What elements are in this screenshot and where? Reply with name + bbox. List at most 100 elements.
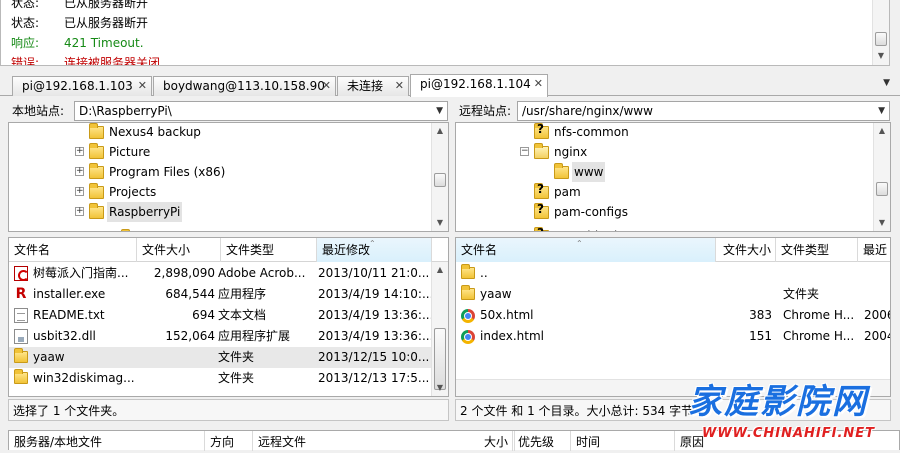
scroll-down-arrow-icon[interactable]: ▼ — [874, 216, 890, 230]
tab-pi-104[interactable]: pi@192.168.1.104 ✕ — [410, 74, 548, 97]
close-icon[interactable]: ✕ — [395, 77, 404, 95]
expand-plus-icon[interactable]: + — [75, 167, 84, 176]
scroll-up-arrow-icon[interactable]: ▲ — [874, 124, 890, 138]
expand-plus-icon[interactable]: + — [75, 207, 84, 216]
chrome-icon — [461, 309, 475, 323]
folder-open-icon — [534, 143, 549, 159]
log-line: 响应: 421 Timeout. — [1, 33, 889, 53]
column-remote-file[interactable]: 远程文件 — [253, 431, 513, 451]
exe-icon: R — [15, 286, 27, 302]
local-tree-scrollbar[interactable]: ▲ ▼ — [431, 123, 448, 231]
tree-node-label: win32diskimager-v0.9-binary — [141, 228, 315, 231]
column-filesize[interactable]: 文件大小 — [137, 238, 221, 262]
local-list-header: 文件名 文件大小 文件类型 最近修改 ⌃ — [9, 238, 448, 262]
tab-boydwang[interactable]: boydwang@113.10.158.90 ✕ — [153, 76, 336, 96]
log-line-type: 错误: — [11, 56, 40, 66]
expand-plus-icon[interactable]: + — [75, 147, 84, 156]
file-type: Adobe Acrob... — [218, 266, 306, 280]
column-server-local-file[interactable]: 服务器/本地文件 — [9, 431, 205, 451]
remote-list-hscrollbar[interactable] — [456, 379, 890, 396]
file-type: Chrome H... — [783, 308, 855, 322]
column-time[interactable]: 时间 — [571, 431, 675, 451]
tree-node-label: Picture — [109, 145, 151, 159]
column-filename[interactable]: 文件名 ⌃ — [456, 238, 716, 262]
file-row[interactable]: yaaw 文件夹 2013/12/15 10:0... — [9, 347, 432, 368]
close-icon[interactable]: ✕ — [322, 77, 331, 95]
log-line: 状态: 已从服务器断开 — [1, 13, 889, 33]
file-size: 2,898,090 — [153, 266, 215, 280]
file-row[interactable]: 树莓派入门指南... 2,898,090 Adobe Acrob... 2013/10… — [9, 263, 432, 284]
column-filename[interactable]: 文件名 — [9, 238, 137, 262]
tab-not-connected[interactable]: 未连接 ✕ — [337, 76, 409, 96]
file-row[interactable]: usbit32.dll 152,064 应用程序扩展 2013/4/19 13:36:… — [9, 326, 432, 347]
transfer-queue-header: 服务器/本地文件 方向 远程文件 大小 优先级 时间 原因 — [8, 430, 900, 451]
file-row[interactable]: README.txt 694 文本文档 2013/4/19 13:36:... — [9, 305, 432, 326]
log-line: 错误: 连接被服务器关闭 — [1, 53, 889, 66]
local-directory-tree[interactable]: Nexus4 backup + Picture + Program Files (x86… — [8, 122, 449, 232]
tree-node-label: nginx — [554, 145, 588, 159]
file-row[interactable]: win32diskimag... 文件夹 2013/12/13 17:5... — [9, 368, 432, 389]
folder-icon — [554, 163, 569, 179]
scroll-down-arrow-icon[interactable]: ▼ — [432, 216, 448, 230]
remote-path-input[interactable]: /usr/share/nginx/www ▼ — [517, 101, 890, 121]
collapse-minus-icon[interactable]: − — [520, 147, 529, 156]
file-modified: 2013/4/19 13:36:... — [318, 329, 432, 343]
tab-label: boydwang@113.10.158.90 — [163, 79, 325, 93]
file-row[interactable]: Rinstaller.exe 684,544 应用程序 2013/4/19 14:10… — [9, 284, 432, 305]
column-modified[interactable]: 最近修改 ⌃ — [317, 238, 432, 262]
chevron-down-icon[interactable]: ▼ — [878, 102, 885, 120]
remote-status-text: 2 个文件 和 1 个目录。大小总计: 534 字节 — [455, 399, 891, 421]
log-line-message: 连接被服务器关闭 — [64, 56, 161, 66]
folder-icon — [89, 203, 104, 219]
scroll-down-arrow-icon[interactable]: ▼ — [432, 381, 448, 395]
remote-directory-tree[interactable]: ? nfs-common − nginx www? pam? pam-configs? pas… — [455, 122, 891, 232]
local-path-input[interactable]: D:\RaspberryPi\ ▼ — [74, 101, 448, 121]
file-name: 50x.html — [480, 308, 534, 322]
tab-pi-103[interactable]: pi@192.168.1.103 ✕ — [12, 76, 152, 96]
column-filesize[interactable]: 文件大小 — [716, 238, 776, 262]
file-row[interactable]: index.html 151 Chrome H... 2004 — [456, 326, 890, 347]
remote-tree-scroll-thumb[interactable] — [876, 182, 888, 196]
log-line-message: 已从服务器断开 — [64, 0, 149, 10]
file-row[interactable]: yaaw 文件夹 — [456, 284, 890, 305]
file-name: index.html — [480, 329, 544, 343]
log-scroll-thumb[interactable] — [875, 32, 887, 46]
file-row[interactable]: 50x.html 383 Chrome H... 2006 — [456, 305, 890, 326]
close-icon[interactable]: ✕ — [534, 75, 543, 93]
tab-list-dropdown-icon[interactable]: ▼ — [883, 78, 890, 88]
scroll-up-arrow-icon[interactable]: ▲ — [432, 263, 448, 277]
file-modified: 2006 — [864, 308, 890, 322]
remote-file-list[interactable]: 文件名 ⌃ 文件大小 文件类型 最近 .. yaaw 文件夹 50x.html 383 C… — [455, 237, 891, 397]
text-file-icon — [14, 308, 28, 323]
column-reason[interactable]: 原因 — [675, 431, 735, 451]
folder-icon — [89, 183, 104, 199]
file-type: Chrome H... — [783, 329, 855, 343]
scroll-up-arrow-icon[interactable]: ▲ — [432, 124, 448, 138]
log-line: 状态: 已从服务器断开 — [1, 0, 889, 13]
file-modified: 2013/12/13 17:5... — [318, 371, 430, 385]
column-filetype[interactable]: 文件类型 — [221, 238, 317, 262]
file-row[interactable]: .. — [456, 263, 890, 284]
close-icon[interactable]: ✕ — [138, 77, 147, 95]
column-priority[interactable]: 优先级 — [513, 431, 571, 451]
column-modified[interactable]: 最近 — [858, 238, 890, 262]
chevron-down-icon[interactable]: ▼ — [436, 102, 443, 120]
column-filetype[interactable]: 文件类型 — [776, 238, 858, 262]
log-scrollbar[interactable]: ▼ — [872, 0, 889, 65]
expand-plus-icon[interactable]: + — [75, 187, 84, 196]
column-modified-label: 最近修改 — [322, 243, 371, 257]
column-direction[interactable]: 方向 — [205, 431, 253, 451]
tree-node-label: Nexus4 backup — [109, 125, 201, 139]
tab-label: pi@192.168.1.104 — [420, 77, 531, 91]
local-tree-scroll-thumb[interactable] — [434, 173, 446, 187]
column-size[interactable]: 大小 — [479, 431, 515, 451]
local-site-bar: 本地站点: D:\RaspberryPi\ ▼ — [8, 100, 448, 122]
scroll-down-arrow-icon[interactable]: ▼ — [873, 49, 889, 63]
pdf-icon — [14, 266, 29, 281]
remote-tree-scrollbar[interactable]: ▲ ▼ — [873, 123, 890, 231]
tree-node-label: www — [572, 162, 606, 182]
folder-icon — [461, 285, 475, 300]
local-file-list[interactable]: 文件名 文件大小 文件类型 最近修改 ⌃ 树莓派入门指南... 2,898,090… — [8, 237, 449, 397]
local-list-scrollbar[interactable]: ▲ ▼ — [431, 262, 448, 396]
chrome-icon — [461, 330, 475, 344]
